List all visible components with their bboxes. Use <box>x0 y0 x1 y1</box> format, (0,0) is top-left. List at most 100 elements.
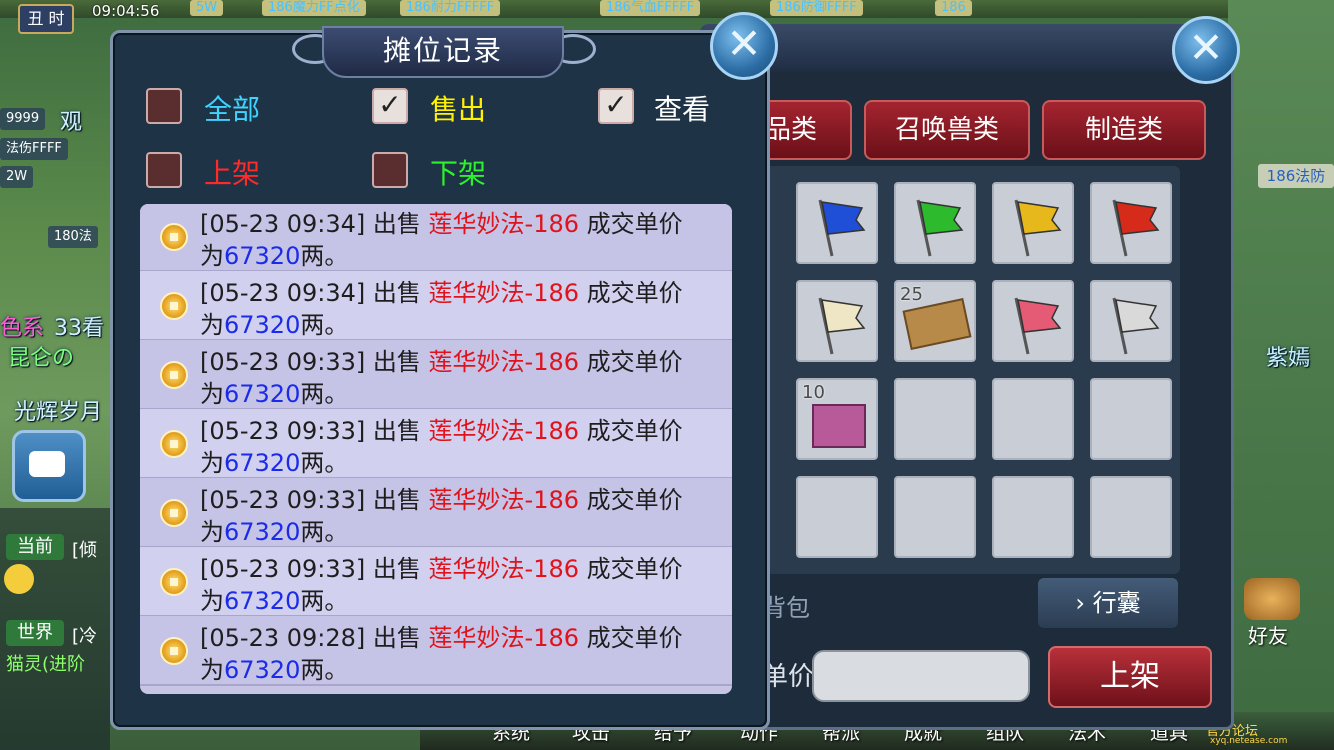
record-prefix: 为 <box>200 518 224 546</box>
record-suffix: 成交单价 <box>586 486 683 514</box>
filter-listed-label[interactable]: 上架 <box>204 152 260 192</box>
record-action: 出售 <box>372 279 421 307</box>
chat-line: 猫灵(进阶 <box>6 654 86 675</box>
scene-word: 色系 <box>0 316 45 341</box>
item-slot[interactable]: 25 <box>894 280 976 362</box>
top-tag: 186 <box>935 0 972 16</box>
white-flag-icon <box>1108 294 1160 360</box>
filter-listed-checkbox[interactable] <box>146 152 182 188</box>
scene-word: 昆仑の <box>8 346 75 371</box>
white-gold-flag-icon <box>814 294 866 360</box>
backpack-close-button[interactable]: ✕ <box>1172 16 1240 84</box>
record-action: 出售 <box>372 624 421 652</box>
record-row: [05-23 09:33] 出售 莲华妙法-186 成交单价 为67320两。 <box>140 547 732 617</box>
tab-crafting[interactable]: 制造类 <box>1042 100 1206 160</box>
item-slot[interactable]: 10 <box>796 378 878 460</box>
dialog-close-button[interactable]: ✕ <box>710 12 778 80</box>
record-action: 出售 <box>372 210 421 238</box>
item-slot[interactable] <box>992 378 1074 460</box>
gift-box-icon <box>812 404 866 448</box>
bag-button[interactable]: › 行囊 <box>1038 578 1178 628</box>
list-on-shelf-button[interactable]: 上架 <box>1048 646 1212 708</box>
record-line: 为67320两。 <box>200 512 348 547</box>
bag-button-label: 行囊 <box>1092 589 1141 617</box>
friend-handshake-icon[interactable] <box>1244 578 1300 620</box>
item-slot[interactable] <box>992 280 1074 362</box>
top-tag: 186防御FFFF <box>770 0 863 16</box>
record-line: [05-23 09:34] 出售 莲华妙法-186 成交单价 <box>200 273 683 308</box>
record-row: [05-23 09:34] 出售 莲华妙法-186 成交单价 为67320两。 <box>140 271 732 341</box>
record-price: 67320 <box>224 242 301 270</box>
filter-sold-checkbox[interactable]: ✓ <box>372 88 408 124</box>
record-item: 莲华妙法-186 <box>428 348 580 376</box>
record-suffix: 成交单价 <box>586 279 683 307</box>
chat-button[interactable] <box>12 430 86 502</box>
filter-viewed-checkbox[interactable]: ✓ <box>598 88 634 124</box>
item-slot[interactable] <box>1090 378 1172 460</box>
item-slot[interactable] <box>894 182 976 264</box>
record-item: 莲华妙法-186 <box>428 555 580 583</box>
record-row: [05-23 09:28] 出售 莲华妙法-186 成交单价 为67320两。 <box>140 616 732 686</box>
record-line: [05-23 09:33] 出售 莲华妙法-186 成交单价 <box>200 342 683 377</box>
scene-word: 光辉岁月 <box>14 400 103 425</box>
filter-all-label[interactable]: 全部 <box>204 88 260 128</box>
item-slot[interactable] <box>1090 182 1172 264</box>
record-line: 为67320两。 <box>200 650 348 685</box>
price-input[interactable] <box>812 650 1030 702</box>
record-action: 出售 <box>372 486 421 514</box>
tab-summons[interactable]: 召唤兽类 <box>864 100 1030 160</box>
emoji-icon[interactable] <box>4 564 34 594</box>
record-action: 出售 <box>372 417 421 445</box>
record-line: [05-23 09:34] 出售 莲华妙法-186 成交单价 <box>200 204 683 239</box>
record-row: [05-23 09:33] 出售 莲华妙法-186 成交单价为67320两。 <box>140 478 732 548</box>
coin-icon <box>160 499 188 527</box>
game-clock[interactable]: 丑 时 <box>18 4 74 34</box>
filter-sold-label[interactable]: 售出 <box>430 88 486 128</box>
record-time: [05-23 09:33] <box>200 348 366 376</box>
item-slot[interactable] <box>992 182 1074 264</box>
item-slot[interactable] <box>796 476 878 558</box>
item-slot[interactable] <box>1090 476 1172 558</box>
left-tag: 180法 <box>48 226 98 248</box>
record-time: [05-23 09:33] <box>200 486 366 514</box>
item-slot[interactable] <box>796 182 878 264</box>
record-item: 莲华妙法-186 <box>428 417 580 445</box>
green-flag-icon <box>912 196 964 262</box>
item-slot[interactable] <box>1090 280 1172 362</box>
record-row: [05-23 09:33] 出售 莲华妙法-186 成交单价 为67320两。 <box>140 340 732 410</box>
chat-channel-world[interactable]: 世界 <box>6 620 64 646</box>
top-tag: 186耐力FFFFF <box>400 0 501 16</box>
item-slot[interactable] <box>894 378 976 460</box>
record-line: [05-23 09:33] 出售 莲华妙法-186 成交单价 <box>200 549 683 584</box>
filter-delisted-label[interactable]: 下架 <box>430 152 486 192</box>
item-slot[interactable] <box>894 476 976 558</box>
item-count: 10 <box>802 382 825 403</box>
record-item: 莲华妙法-186 <box>428 486 580 514</box>
chat-channel-current[interactable]: 当前 <box>6 534 64 560</box>
record-line: 为67320两。 <box>200 374 348 409</box>
record-time: [05-23 09:28] <box>200 624 366 652</box>
record-list[interactable]: [05-23 09:34] 出售 莲华妙法-186 成交单价 为67320两。 [0… <box>140 204 732 694</box>
top-tag: 186魔力FF点化 <box>262 0 366 16</box>
record-action: 出售 <box>372 348 421 376</box>
filter-all-checkbox[interactable] <box>146 88 182 124</box>
item-slot[interactable] <box>992 476 1074 558</box>
item-slot[interactable] <box>796 280 878 362</box>
coin-icon <box>160 292 188 320</box>
record-item: 莲华妙法-186 <box>428 624 580 652</box>
record-unit: 两。 <box>300 449 349 477</box>
friend-label[interactable]: 好友 <box>1248 620 1288 649</box>
record-row: [05-23 09:33] 出售 莲华妙法-186 成交单价 为67320两。 <box>140 409 732 479</box>
filter-delisted-checkbox[interactable] <box>372 152 408 188</box>
record-unit: 两。 <box>300 380 349 408</box>
record-prefix: 为 <box>200 380 224 408</box>
filter-viewed-label[interactable]: 查看 <box>654 88 710 128</box>
record-prefix: 为 <box>200 656 224 684</box>
record-line: 为67320两。 <box>200 305 348 340</box>
chat-line: [冷 <box>72 626 98 647</box>
chat-bubble-icon <box>29 451 65 477</box>
record-price: 67320 <box>224 449 301 477</box>
record-suffix: 成交单价 <box>586 348 683 376</box>
record-unit: 两。 <box>300 242 349 270</box>
left-tag: 法伤FFFF <box>0 138 68 160</box>
